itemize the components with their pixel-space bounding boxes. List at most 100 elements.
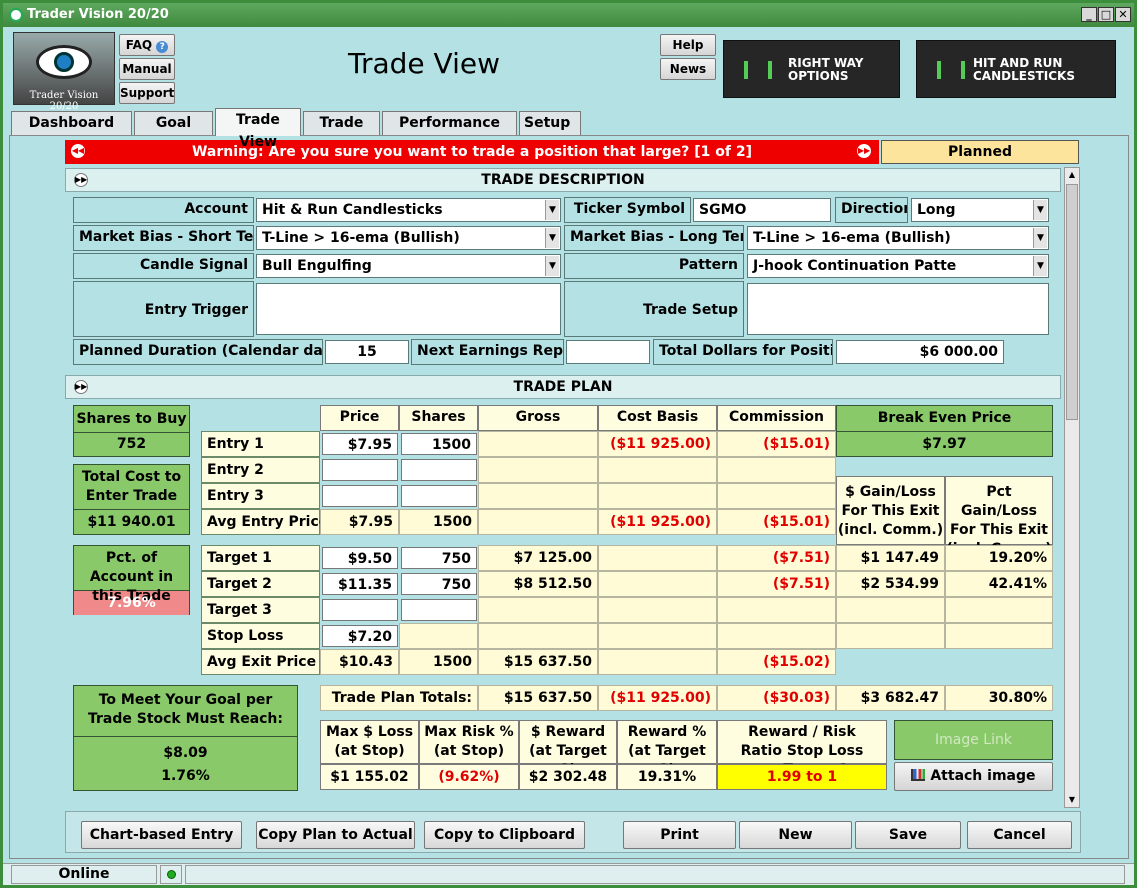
tab-goal-view[interactable]: Goal View [134,111,213,153]
maximize-button[interactable]: □ [1098,7,1114,22]
scroll-down-icon[interactable]: ▼ [1065,793,1079,807]
chevron-down-icon: ▼ [1033,256,1047,276]
avg-entry-shares: 1500 [399,509,478,535]
help-button[interactable]: Help [660,34,716,56]
status-badge: Planned [881,140,1079,164]
scroll-up-icon[interactable]: ▲ [1065,168,1079,182]
earnings-input[interactable] [566,340,650,364]
expand-icon[interactable]: ▶▶ [74,173,88,187]
total-dollars-input[interactable]: $6 000.00 [836,340,1004,364]
eye-icon [36,45,92,79]
tab-performance-view[interactable]: Performance View [382,111,517,153]
attach-image-button[interactable]: Attach image [894,762,1053,791]
reward-value: $2 302.48 [519,764,617,790]
target3-shares-input[interactable] [401,599,477,621]
stop-price-input[interactable]: $7.20 [322,625,398,647]
entry3-shares-input[interactable] [401,485,477,507]
copy-plan-to-actual-button[interactable]: Copy Plan to Actual [256,821,415,849]
totals-pct: 30.80% [945,685,1053,711]
minimize-button[interactable]: _ [1081,7,1097,22]
pattern-select[interactable]: J-hook Continuation Patte ▼ [747,254,1049,278]
close-button[interactable]: ✕ [1115,7,1131,22]
pct-account-box: Pct. of Account in this Trade 7.96% [73,545,190,615]
duration-input[interactable]: 15 [325,340,409,364]
tab-trade-log[interactable]: Trade Log [303,111,380,153]
target2-shares-input[interactable]: 750 [401,573,477,595]
entry-trigger-input[interactable] [256,283,561,335]
shares-to-buy-box: Shares to Buy 752 [73,405,190,457]
target1-price-input[interactable]: $9.50 [322,547,398,569]
trade-setup-input[interactable] [747,283,1049,335]
copy-to-clipboard-button[interactable]: Copy to Clipboard [424,821,585,849]
stop-shares [399,623,478,649]
duration-label-box: Planned Duration (Calendar days) [73,339,323,365]
bias-short-select[interactable]: T-Line > 16-ema (Bullish) ▼ [256,226,561,250]
right-way-options-banner[interactable]: RIGHT WAY OPTIONS [723,40,900,98]
bias-long-select[interactable]: T-Line > 16-ema (Bullish) ▼ [747,226,1049,250]
account-select[interactable]: Hit & Run Candlesticks ▼ [256,198,561,222]
col-header-gross: Gross Proceeds [478,405,598,447]
total-cost-box: Total Cost to Enter Trade $11 940.01 [73,464,190,535]
candlestick-icon [937,61,965,79]
cancel-button[interactable]: Cancel [967,821,1072,849]
candle-signal-select[interactable]: Bull Engulfing ▼ [256,254,561,278]
stop-gain [836,623,945,649]
chevron-down-icon: ▼ [1033,228,1047,248]
target1-shares-input[interactable]: 750 [401,547,477,569]
tab-trade-view[interactable]: Trade View [215,108,301,150]
target2-price-input[interactable]: $11.35 [322,573,398,595]
expand-icon[interactable]: ▶▶ [74,380,88,394]
max-loss-header: Max $ Loss (at Stop) [320,720,419,764]
scroll-thumb[interactable] [1066,184,1078,420]
total-dollars-label-box: Total Dollars for Position [653,339,833,365]
entry3-price-input[interactable] [322,485,398,507]
max-risk-header: Max Risk % (at Stop) [419,720,519,764]
totals-cost: ($11 925.00) [598,685,717,711]
news-button[interactable]: News [660,58,716,80]
avg-exit-commission: ($15.02) [717,649,836,675]
target3-price-input[interactable] [322,599,398,621]
direction-label-box: Direction [835,197,908,223]
trade-plan-header[interactable]: ▶▶ TRADE PLAN [65,375,1061,399]
next-warning-icon[interactable]: ▶▶ [857,144,871,158]
break-even-value: $7.97 [837,431,1052,456]
new-button[interactable]: New [739,821,852,849]
image-link-box[interactable]: Image Link [894,720,1053,760]
goal-price-value: $8.09 [74,736,297,766]
window-title: Trader Vision 20/20 [27,7,169,22]
trade-description-header[interactable]: ▶▶ TRADE DESCRIPTION [65,168,1061,192]
avg-entry-commission: ($15.01) [717,509,836,535]
status-panel [185,865,1125,884]
title-bar: Trader Vision 20/20 _ □ ✕ [3,3,1134,27]
vertical-scrollbar[interactable]: ▲ ▼ [1064,167,1080,808]
max-risk-value: (9.62%) [419,764,519,790]
goal-box: To Meet Your Goal per Trade Stock Must R… [73,685,298,791]
manual-button[interactable]: Manual [119,58,175,80]
hit-and-run-banner[interactable]: HIT AND RUN CANDLESTICKS [916,40,1116,98]
stop-pct [945,623,1053,649]
entry2-commission [717,457,836,483]
candlestick-icon [744,61,772,79]
entry1-price-input[interactable]: $7.95 [322,433,398,455]
reward-header: $ Reward (at Target 1) [519,720,617,778]
print-button[interactable]: Print [623,821,736,849]
prev-warning-icon[interactable]: ◀◀ [71,144,85,158]
totals-commission: ($30.03) [717,685,836,711]
online-status: Online [11,865,157,884]
col-header-price: Price [320,405,399,431]
chart-based-entry-button[interactable]: Chart-based Entry [81,821,242,849]
save-button[interactable]: Save [855,821,961,849]
direction-select[interactable]: Long ▼ [911,198,1049,222]
entry2-price-input[interactable] [322,459,398,481]
entry2-shares-input[interactable] [401,459,477,481]
online-indicator-icon [160,865,182,884]
goal-pct-value: 1.76% [161,768,210,784]
col-header-cost-basis: Cost Basis [598,405,717,431]
support-button[interactable]: Support [119,82,175,104]
tab-setup[interactable]: Setup [519,111,581,135]
entry1-shares-input[interactable]: 1500 [401,433,477,455]
app-window: Trader Vision 20/20 _ □ ✕ Trader Vision … [0,0,1137,888]
faq-button[interactable]: FAQ ? [119,34,175,56]
ticker-symbol-input[interactable]: SGMO [693,198,831,222]
tab-dashboard-view[interactable]: Dashboard View [11,111,132,153]
